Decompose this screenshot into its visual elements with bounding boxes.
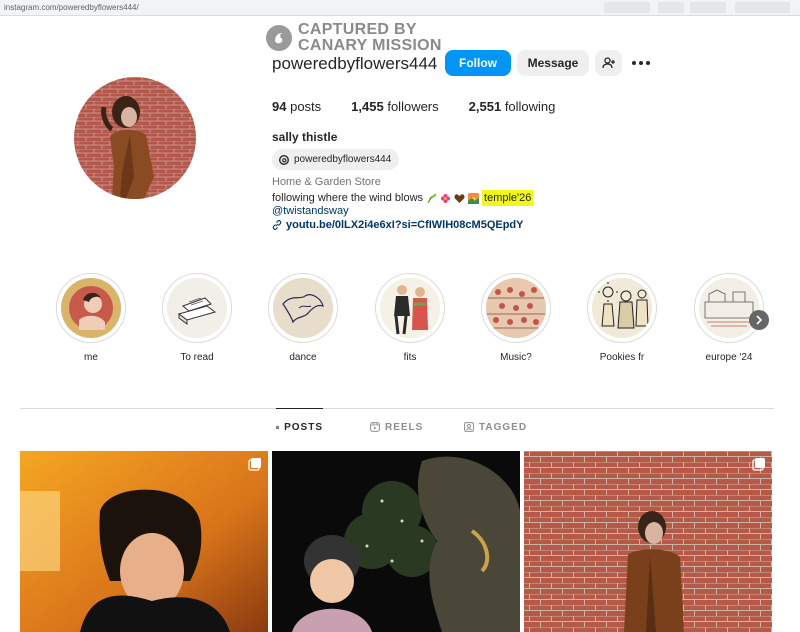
profile-bio: following where the wind blows temple'26 bbox=[272, 190, 534, 206]
watermark-line1: CAPTURED BY bbox=[298, 21, 417, 38]
highlight-music[interactable]: Music? bbox=[481, 273, 551, 363]
chevron-right-icon bbox=[756, 315, 763, 325]
post-photo bbox=[20, 451, 268, 632]
followers-count: 1,455 bbox=[351, 99, 384, 114]
add-user-icon bbox=[601, 57, 615, 69]
profile-category: Home & Garden Store bbox=[272, 176, 381, 188]
grid-icon bbox=[276, 425, 280, 430]
highlight-cover bbox=[167, 278, 227, 338]
profile-stats: 94 posts 1,455 followers 2,551 following bbox=[272, 99, 585, 114]
tagged-icon bbox=[464, 422, 474, 432]
highlight-label: fits bbox=[403, 352, 417, 363]
highlight-label: Pookies fr bbox=[599, 352, 645, 363]
multiple-photos-icon bbox=[752, 458, 765, 471]
multiple-photos-icon bbox=[248, 458, 261, 471]
profile-username: poweredbyflowers444 bbox=[272, 54, 438, 73]
post-thumbnail[interactable] bbox=[272, 451, 520, 632]
post-photo bbox=[524, 451, 772, 632]
watermark-line2: CANARY MISSION bbox=[298, 37, 442, 54]
bio-highlight-text: temple'26 bbox=[482, 190, 534, 206]
highlight-label: Music? bbox=[500, 352, 532, 363]
flower-emoji-icon bbox=[441, 193, 451, 203]
profile-tabs: POSTS REELS TAGGED bbox=[0, 408, 800, 446]
highlight-label: europe '24 bbox=[705, 352, 753, 363]
highlight-label: dance bbox=[289, 352, 317, 363]
following-count: 2,551 bbox=[468, 99, 502, 114]
highlight-to-read[interactable]: To read bbox=[162, 273, 232, 363]
follow-button[interactable]: Follow bbox=[445, 50, 511, 76]
herb-emoji-icon bbox=[427, 193, 437, 203]
profile-avatar[interactable] bbox=[74, 77, 196, 199]
profile-full-name: sally thistle bbox=[272, 130, 338, 144]
suggested-users-button[interactable] bbox=[595, 50, 622, 76]
highlight-fits[interactable]: fits bbox=[375, 273, 445, 363]
tab-tagged-label: TAGGED bbox=[479, 421, 528, 433]
threads-handle: poweredbyflowers444 bbox=[294, 154, 392, 165]
tab-tagged[interactable]: TAGGED bbox=[464, 408, 527, 446]
highlight-cover bbox=[699, 278, 759, 338]
followers-stat[interactable]: 1,455 followers bbox=[351, 99, 438, 114]
toolbar-blurred bbox=[690, 2, 726, 13]
tab-reels[interactable]: REELS bbox=[370, 408, 423, 446]
highlight-pookies-fr[interactable]: Pookies fr bbox=[587, 273, 657, 363]
link-icon bbox=[272, 220, 282, 230]
posts-stat: 94 posts bbox=[272, 99, 321, 114]
message-button[interactable]: Message bbox=[517, 50, 589, 76]
url-text[interactable]: instagram.com/poweredbyflowers444/ bbox=[4, 3, 139, 12]
threads-icon bbox=[278, 154, 290, 165]
threads-badge[interactable]: poweredbyflowers444 bbox=[272, 149, 400, 170]
highlight-label: me bbox=[84, 352, 98, 363]
canary-mission-watermark: CAPTURED BY CANARY MISSION bbox=[266, 22, 442, 54]
canary-bird-icon bbox=[266, 25, 292, 51]
more-options-button[interactable] bbox=[628, 50, 654, 76]
tab-posts[interactable]: POSTS bbox=[276, 408, 323, 446]
profile-external-link[interactable]: youtu.be/0lLX2i4e6xI?si=CfIWlH08cM5QEpdY bbox=[272, 219, 523, 231]
posts-label: posts bbox=[290, 99, 322, 114]
highlight-dance[interactable]: dance bbox=[268, 273, 338, 363]
post-thumbnail[interactable] bbox=[524, 451, 772, 632]
more-dots-icon bbox=[632, 61, 650, 65]
highlight-cover bbox=[61, 278, 121, 338]
toolbar-blurred bbox=[658, 2, 684, 13]
brown-heart-emoji-icon bbox=[454, 193, 465, 203]
post-photo bbox=[272, 451, 520, 632]
bio-mention-link[interactable]: @twistandsway bbox=[272, 205, 349, 217]
following-label: following bbox=[504, 99, 556, 114]
highlight-cover bbox=[592, 278, 652, 338]
tab-posts-label: POSTS bbox=[284, 422, 323, 433]
avatar-photo bbox=[74, 77, 196, 199]
post-thumbnail[interactable] bbox=[20, 451, 268, 632]
highlight-cover bbox=[486, 278, 546, 338]
profile-link-text: youtu.be/0lLX2i4e6xI?si=CfIWlH08cM5QEpdY bbox=[286, 219, 524, 231]
bio-text: following where the wind blows bbox=[272, 192, 424, 204]
tab-reels-label: REELS bbox=[385, 421, 424, 433]
toolbar-blurred bbox=[735, 2, 790, 13]
highlight-cover bbox=[273, 278, 333, 338]
highlights-next-button[interactable] bbox=[749, 310, 769, 330]
toolbar-blurred bbox=[604, 2, 650, 13]
followers-label: followers bbox=[387, 99, 439, 114]
highlight-cover bbox=[380, 278, 440, 338]
posts-count: 94 bbox=[272, 99, 287, 114]
highlight-label: To read bbox=[180, 352, 214, 363]
reels-icon bbox=[370, 422, 380, 432]
highlight-me[interactable]: me bbox=[56, 273, 126, 363]
following-stat[interactable]: 2,551 following bbox=[469, 99, 556, 114]
browser-url-bar[interactable]: instagram.com/poweredbyflowers444/ bbox=[0, 0, 800, 16]
sunset-emoji-icon bbox=[468, 192, 480, 204]
